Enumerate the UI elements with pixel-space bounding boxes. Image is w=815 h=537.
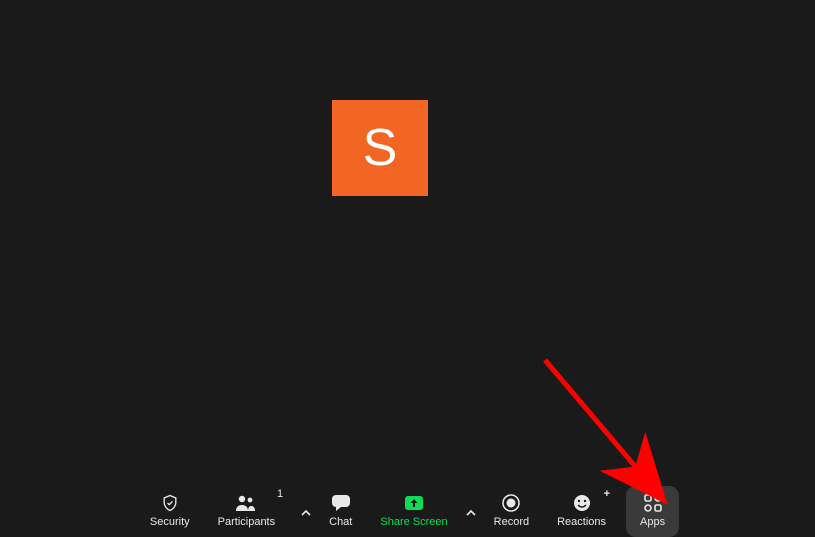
reactions-button[interactable]: + Reactions (543, 486, 626, 537)
chevron-up-icon (466, 508, 476, 518)
record-label: Record (494, 516, 529, 528)
record-button[interactable]: Record (480, 486, 543, 537)
plus-icon: + (604, 488, 610, 500)
shield-icon (160, 492, 180, 514)
toolbar-inner: Security 1 Participants (136, 485, 679, 537)
participants-options-caret[interactable] (297, 489, 315, 537)
share-screen-button[interactable]: Share Screen (366, 486, 461, 537)
reactions-label: Reactions (557, 516, 606, 528)
share-screen-label: Share Screen (380, 516, 447, 528)
chevron-up-icon (301, 508, 311, 518)
participant-avatar: S (332, 100, 428, 196)
security-button[interactable]: Security (136, 486, 204, 537)
meeting-toolbar: Security 1 Participants (0, 485, 815, 537)
participants-button[interactable]: 1 Participants (204, 486, 297, 537)
apps-button[interactable]: Apps (626, 486, 679, 537)
chat-button[interactable]: Chat (315, 486, 366, 537)
participants-label: Participants (218, 516, 275, 528)
avatar-initial: S (363, 118, 398, 178)
apps-icon (643, 492, 663, 514)
share-screen-icon (403, 492, 425, 514)
apps-label: Apps (640, 516, 665, 528)
chat-icon (330, 492, 352, 514)
video-area: S (0, 0, 815, 485)
chat-label: Chat (329, 516, 352, 528)
security-label: Security (150, 516, 190, 528)
record-icon (501, 492, 521, 514)
reactions-icon (572, 492, 592, 514)
participants-icon (234, 492, 258, 514)
participants-count: 1 (277, 488, 283, 500)
share-options-caret[interactable] (462, 489, 480, 537)
